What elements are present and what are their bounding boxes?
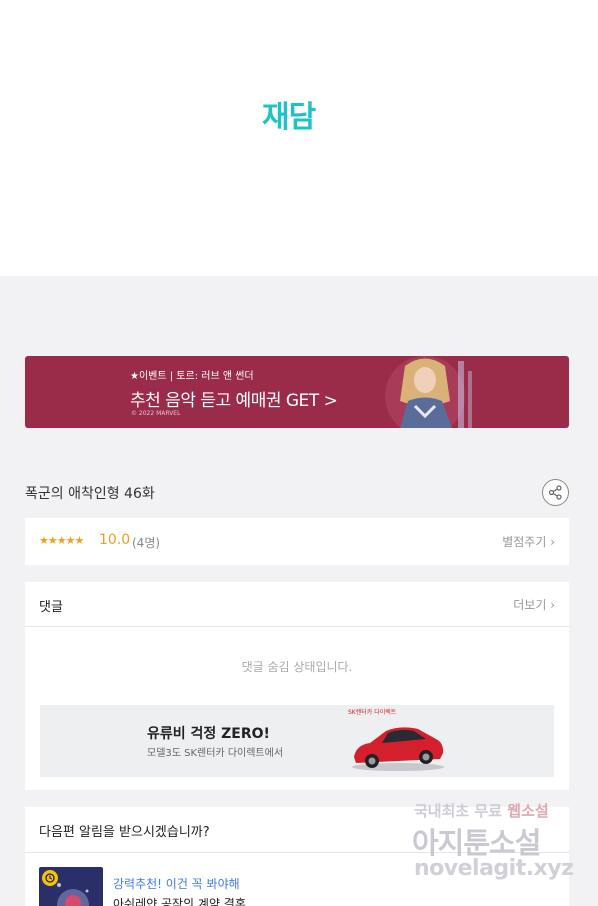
share-icon [548, 485, 562, 500]
banner-character-image [385, 356, 472, 428]
watermark-tagline: 국내최초 무료 웹소설 [414, 802, 549, 820]
thumbnail-art [57, 883, 89, 906]
ad-brand-logo: SK렌터카 다이렉트 [348, 709, 397, 716]
comment-more-button[interactable]: 더보기 › [513, 596, 555, 613]
recommend-thumbnail[interactable] [39, 867, 103, 906]
episode-title: 폭군의 애착인형 46화 [25, 486, 155, 502]
banner-headline: 추천 음악 듣고 예매권 GET > [130, 391, 338, 411]
site-watermark: 국내최초 무료 웹소설 아지툰소설 novelagit.xyz [410, 800, 580, 890]
rating-count: (4명) [132, 536, 161, 550]
ad-title: 유류비 걱정 ZERO! [147, 726, 270, 742]
ad-subtitle: 모델3도 SK렌터카 다이렉트에서 [147, 748, 284, 759]
header-area: 재담 [0, 0, 598, 276]
banner-event-label: ★이벤트 | 토르: 러브 앤 썬더 [130, 371, 254, 382]
comment-hidden-message: 댓글 숨김 상태입니다. [241, 660, 353, 674]
rate-button[interactable]: 별점주기 › [502, 533, 555, 550]
ad-banner[interactable]: 유류비 걱정 ZERO! 모델3도 SK렌터카 다이렉트에서 SK렌터카 다이렉… [40, 705, 554, 777]
recommend-label[interactable]: 강력추천! 이건 꼭 봐야해 [113, 875, 240, 892]
share-button[interactable] [542, 479, 569, 506]
notify-question: 다음편 알림을 받으시겠습니까? [39, 825, 210, 840]
rating-stars: ★★★★★ [39, 534, 84, 547]
rating-card: ★★★★★ 10.0 (4명) 별점주기 › [25, 518, 569, 565]
comment-card: 댓글 더보기 › 댓글 숨김 상태입니다. 유류비 걱정 ZERO! 모델3도 … [25, 582, 569, 790]
car-image [352, 727, 444, 771]
comment-header: 댓글 [39, 600, 63, 615]
watermark-url: novelagit.xyz [414, 856, 574, 881]
app-logo[interactable]: 재담 [262, 92, 316, 136]
recommend-title[interactable]: 아쉬레얀 공작의 계약 결혼 [113, 895, 246, 906]
event-banner[interactable]: ★이벤트 | 토르: 러브 앤 썬더 추천 음악 듣고 예매권 GET > © … [25, 356, 569, 428]
rating-score: 10.0 [99, 532, 131, 548]
divider [25, 626, 569, 627]
banner-copyright: © 2022 MARVEL [131, 410, 181, 417]
